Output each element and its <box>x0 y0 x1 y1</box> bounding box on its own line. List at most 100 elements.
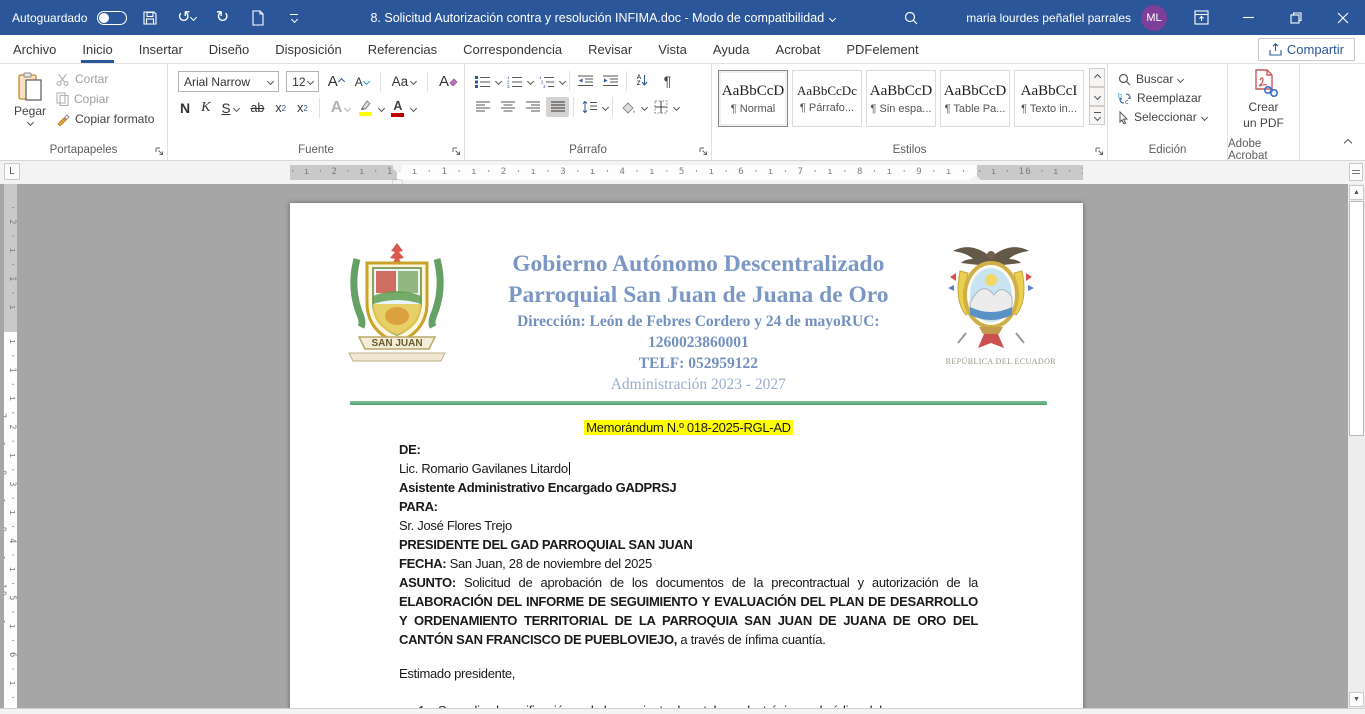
font-color-button[interactable]: A <box>391 100 404 117</box>
tab-acrobat[interactable]: Acrobat <box>763 35 834 63</box>
memo-asunto: ASUNTO: Solicitud de aprobación de los d… <box>399 573 978 649</box>
tab-referencias[interactable]: Referencias <box>355 35 450 63</box>
memo-de-label: DE: <box>399 440 978 459</box>
increase-indent-button[interactable] <box>599 71 622 91</box>
decrease-indent-button[interactable] <box>574 71 597 91</box>
shrink-font-button[interactable]: A <box>353 74 371 90</box>
styles-dialog-launcher[interactable] <box>1095 147 1104 156</box>
close-button[interactable] <box>1320 0 1365 35</box>
format-painter-button[interactable]: Copiar formato <box>56 112 154 126</box>
document-title[interactable]: 8. Solicitud Autorización contra y resol… <box>307 11 898 25</box>
clear-formatting-button[interactable]: A <box>437 72 460 91</box>
undo-icon[interactable]: ↺ <box>173 5 199 31</box>
highlight-color-button[interactable] <box>359 100 372 116</box>
group-label-edicion: Edición <box>1149 144 1187 156</box>
avatar[interactable]: ML <box>1141 5 1167 31</box>
tab-insertar[interactable]: Insertar <box>126 35 196 63</box>
select-button[interactable]: Seleccionar <box>1118 110 1223 124</box>
borders-button[interactable] <box>649 97 672 117</box>
org-phone: TELF: 052959122 <box>451 353 946 374</box>
clipboard-dialog-launcher[interactable] <box>155 147 164 156</box>
san-juan-logo: SAN JUAN <box>343 241 451 366</box>
style-table-paragraph[interactable]: AaBbCcD¶ Table Pa... <box>940 70 1010 127</box>
document-page[interactable]: SAN JUAN Gobierno Autónomo Descentraliza… <box>290 203 1083 708</box>
align-left-button[interactable] <box>471 97 494 117</box>
bullets-button[interactable] <box>471 71 494 91</box>
tab-diseno[interactable]: Diseño <box>196 35 262 63</box>
group-adobe-acrobat: Crear un PDF Adobe Acrobat <box>1228 64 1300 160</box>
paragraph-dialog-launcher[interactable] <box>699 147 708 156</box>
styles-more-icon[interactable] <box>1089 106 1105 125</box>
toggle-knob <box>99 13 109 23</box>
ecuador-caption: REPÚBLICA DEL ECUADOR <box>946 357 1056 366</box>
tab-archivo[interactable]: Archivo <box>0 35 69 63</box>
underline-button[interactable]: S <box>219 100 241 117</box>
align-center-button[interactable] <box>496 97 519 117</box>
tab-inicio[interactable]: Inicio <box>69 35 125 63</box>
styles-scroll-down-icon[interactable] <box>1089 87 1105 106</box>
save-icon[interactable] <box>137 5 163 31</box>
svg-text:3: 3 <box>543 84 546 88</box>
redo-icon[interactable]: ↻ <box>209 5 235 31</box>
ruler-toggle-icon[interactable] <box>1349 163 1363 181</box>
tab-pdfelement[interactable]: PDFelement <box>833 35 931 63</box>
vertical-scrollbar[interactable]: ▲ ▼ <box>1348 184 1365 708</box>
user-name[interactable]: maria lourdes peñafiel parrales <box>966 11 1131 25</box>
scroll-down-icon[interactable]: ▼ <box>1349 692 1364 707</box>
ribbon-display-options-icon[interactable] <box>1179 0 1224 35</box>
justify-button[interactable] <box>546 97 569 117</box>
shading-button[interactable] <box>617 97 640 117</box>
tab-vista[interactable]: Vista <box>645 35 700 63</box>
autosave-toggle[interactable] <box>97 11 127 25</box>
change-case-button[interactable]: Aa <box>390 73 419 90</box>
document-body[interactable]: Memorándum N.º 018-2025-RGL-AD DE: Lic. … <box>290 405 1083 708</box>
italic-button[interactable]: K <box>199 99 212 117</box>
text-effects-button[interactable]: A <box>329 98 353 118</box>
numbering-button[interactable]: 123 <box>503 71 526 91</box>
style-texto-independiente[interactable]: AaBbCcI¶ Texto in... <box>1014 70 1084 127</box>
paste-button[interactable]: Pegar <box>4 68 56 140</box>
style-parrafo[interactable]: AaBbCcDc¶ Párrafo... <box>792 70 862 127</box>
multilevel-list-button[interactable]: 123 <box>535 71 558 91</box>
memo-number: Memorándum N.º 018-2025-RGL-AD <box>399 418 978 437</box>
line-spacing-button[interactable] <box>578 97 601 117</box>
copy-button[interactable]: Copiar <box>56 92 154 106</box>
quick-access-menu-icon[interactable] <box>281 5 307 31</box>
share-button[interactable]: Compartir <box>1258 38 1355 61</box>
strikethrough-button[interactable]: ab <box>248 100 266 116</box>
subscript-button[interactable]: x2 <box>273 100 288 116</box>
org-title-line1: Gobierno Autónomo Descentralizado <box>451 249 946 280</box>
show-marks-button[interactable]: ¶ <box>656 71 679 91</box>
minimize-button[interactable] <box>1226 0 1271 35</box>
font-family-select[interactable]: Arial Narrow <box>178 71 279 92</box>
new-document-icon[interactable] <box>245 5 271 31</box>
find-button[interactable]: Buscar <box>1118 72 1223 86</box>
tab-disposicion[interactable]: Disposición <box>262 35 354 63</box>
create-pdf-button[interactable]: Crear un PDF <box>1228 64 1299 140</box>
word-window: Autoguardado ↺ ↻ 8. Solicitud Autorizaci… <box>0 0 1365 714</box>
tab-stop-selector[interactable]: L <box>4 163 20 180</box>
bold-button[interactable]: N <box>178 99 192 117</box>
horizontal-ruler[interactable]: · ı · 2 · ı · 1 · ı · · ı · 1 · ı · 2 · … <box>290 165 1083 180</box>
tab-revisar[interactable]: Revisar <box>575 35 645 63</box>
collapse-ribbon-icon[interactable] <box>1345 134 1351 152</box>
font-dialog-launcher[interactable] <box>452 147 461 156</box>
superscript-button[interactable]: x2 <box>295 100 310 116</box>
replace-button[interactable]: bc Reemplazar <box>1118 91 1223 105</box>
styles-scroll-up-icon[interactable] <box>1089 68 1105 87</box>
cut-button[interactable]: Cortar <box>56 72 154 86</box>
grow-font-button[interactable]: A <box>326 72 346 91</box>
restore-button[interactable] <box>1273 0 1318 35</box>
style-sin-espaciado[interactable]: AaBbCcD¶ Sin espa... <box>866 70 936 127</box>
search-icon[interactable] <box>898 5 924 31</box>
sort-button[interactable]: AZ <box>631 71 654 91</box>
style-normal[interactable]: AaBbCcD¶ Normal <box>718 70 788 127</box>
ribbon-tab-bar: Archivo Inicio Insertar Diseño Disposici… <box>0 35 1365 64</box>
align-right-button[interactable] <box>521 97 544 117</box>
scrollbar-thumb[interactable] <box>1349 201 1364 436</box>
tab-correspondencia[interactable]: Correspondencia <box>450 35 575 63</box>
tab-ayuda[interactable]: Ayuda <box>700 35 763 63</box>
font-size-select[interactable]: 12 <box>286 71 319 92</box>
vertical-ruler[interactable]: · 2 · ı · 1 · ı ı · 1 · ı · 2 · ı · 3 · … <box>4 184 17 708</box>
scroll-up-icon[interactable]: ▲ <box>1349 185 1364 200</box>
